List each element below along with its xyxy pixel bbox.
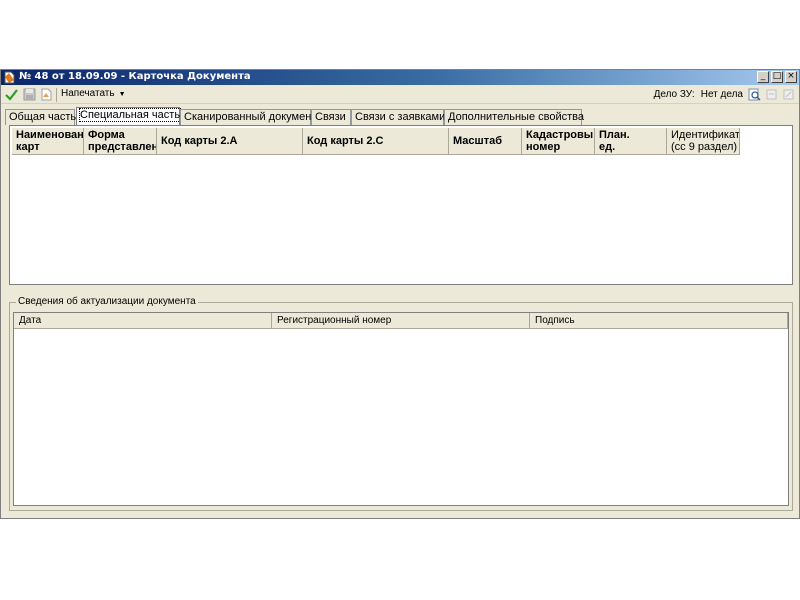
document-card-icon — [4, 71, 15, 84]
column-header-date[interactable]: Дата — [14, 313, 272, 329]
tab-scanned-document[interactable]: Сканированный документ — [180, 109, 316, 125]
column-header-signature[interactable]: Подпись — [530, 313, 788, 329]
link-icon[interactable] — [765, 88, 778, 101]
tab-links[interactable]: Связи — [311, 109, 351, 125]
tab-additional-properties[interactable]: Дополнительные свойства — [444, 109, 584, 125]
chevron-down-icon: ▼ — [118, 91, 126, 98]
window-title: № 48 от 18.09.09 - Карточка Документа — [19, 71, 251, 82]
print-label: Напечатать — [61, 88, 115, 99]
toolbar-separator — [56, 88, 57, 102]
column-header-map-code-2c[interactable]: Код карты 2.С — [303, 128, 449, 155]
column-header-plan-unit[interactable]: План. ед. — [595, 128, 667, 155]
column-header-form[interactable]: Форма представлен — [84, 128, 157, 155]
document-icon[interactable] — [40, 88, 53, 101]
toolbar: Напечатать ▼ Дело ЗУ: Нет дела — [1, 85, 799, 104]
column-header-scale[interactable]: Масштаб — [449, 128, 522, 155]
maps-table[interactable]: Наименован карт Форма представлен Код карт… — [9, 125, 793, 285]
column-header-cadastral-number[interactable]: Кадастровы номер — [522, 128, 595, 155]
minimize-button[interactable]: _ — [757, 71, 769, 83]
updates-list-header: Дата Регистрационный номер Подпись — [14, 313, 788, 329]
column-header-map-code-2a[interactable]: Код карты 2.А — [157, 128, 303, 155]
case-value: Нет дела — [700, 89, 743, 100]
save-icon[interactable] — [23, 88, 36, 101]
case-info: Дело ЗУ: Нет дела — [654, 89, 743, 100]
tab-general[interactable]: Общая часть — [5, 109, 76, 125]
close-button[interactable]: × — [785, 71, 797, 83]
case-label: Дело ЗУ: — [653, 89, 695, 100]
tab-special[interactable]: Специальная часть — [76, 107, 182, 125]
title-bar[interactable]: № 48 от 18.09.09 - Карточка Документа _ … — [1, 70, 799, 85]
maps-table-header: Наименован карт Форма представлен Код карт… — [12, 128, 740, 155]
checkmark-icon[interactable] — [5, 88, 18, 101]
tab-links-requests[interactable]: Связи с заявками — [351, 109, 445, 125]
column-header-identifier[interactable]: Идентификат (сс 9 раздел) — [667, 128, 740, 155]
document-card-window: № 48 от 18.09.09 - Карточка Документа _ … — [0, 69, 800, 519]
print-dropdown-button[interactable]: Напечатать ▼ — [61, 88, 126, 99]
updates-list[interactable]: Дата Регистрационный номер Подпись — [13, 312, 789, 506]
unlink-icon[interactable] — [782, 88, 795, 101]
column-header-registration-number[interactable]: Регистрационный номер — [272, 313, 530, 329]
maximize-button[interactable]: □ — [771, 71, 783, 83]
updates-group-title: Сведения об актуализации документа — [16, 296, 198, 307]
column-header-map-name[interactable]: Наименован карт — [12, 128, 84, 155]
search-icon[interactable] — [748, 88, 761, 101]
updates-group: Сведения об актуализации документа Дата … — [9, 296, 793, 511]
